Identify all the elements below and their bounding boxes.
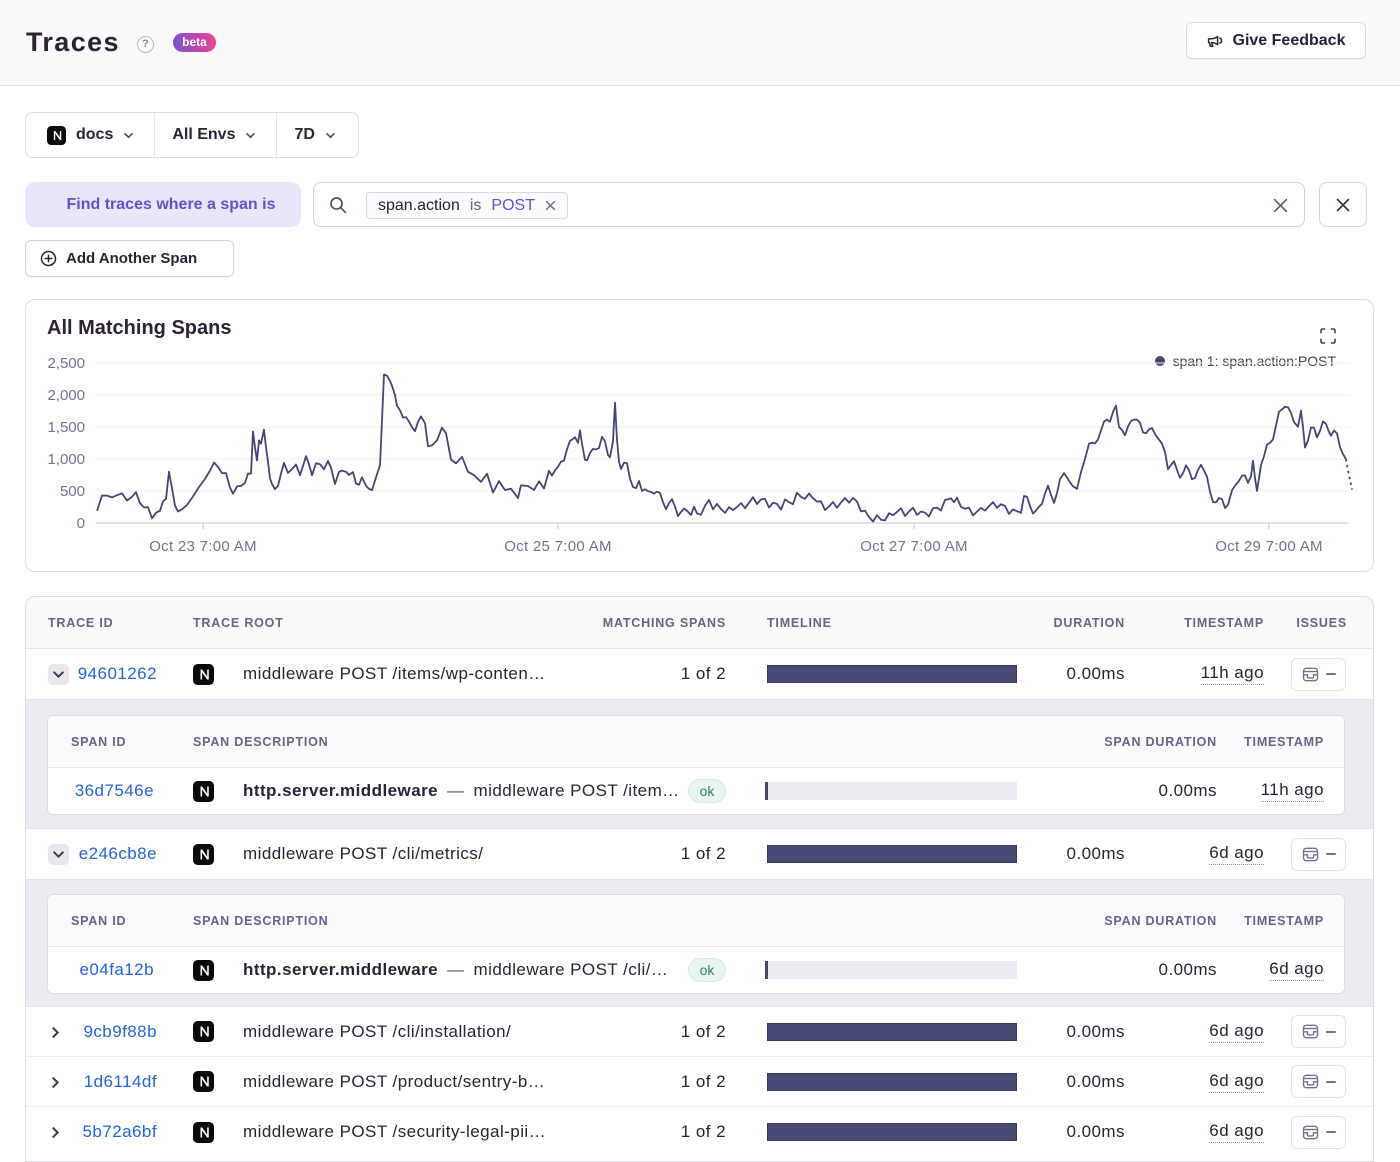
svg-text:Oct 25 7:00 AM: Oct 25 7:00 AM: [504, 538, 612, 555]
svg-text:1,500: 1,500: [47, 419, 85, 436]
svg-text:2,000: 2,000: [47, 387, 85, 404]
svg-text:Oct 27 7:00 AM: Oct 27 7:00 AM: [860, 538, 968, 555]
svg-text:2,500: 2,500: [47, 355, 85, 372]
svg-text:500: 500: [60, 483, 85, 500]
svg-text:0: 0: [77, 515, 85, 532]
svg-text:1,000: 1,000: [47, 451, 85, 468]
svg-text:Oct 23 7:00 AM: Oct 23 7:00 AM: [149, 538, 257, 555]
svg-text:Oct 29 7:00 AM: Oct 29 7:00 AM: [1215, 538, 1323, 555]
